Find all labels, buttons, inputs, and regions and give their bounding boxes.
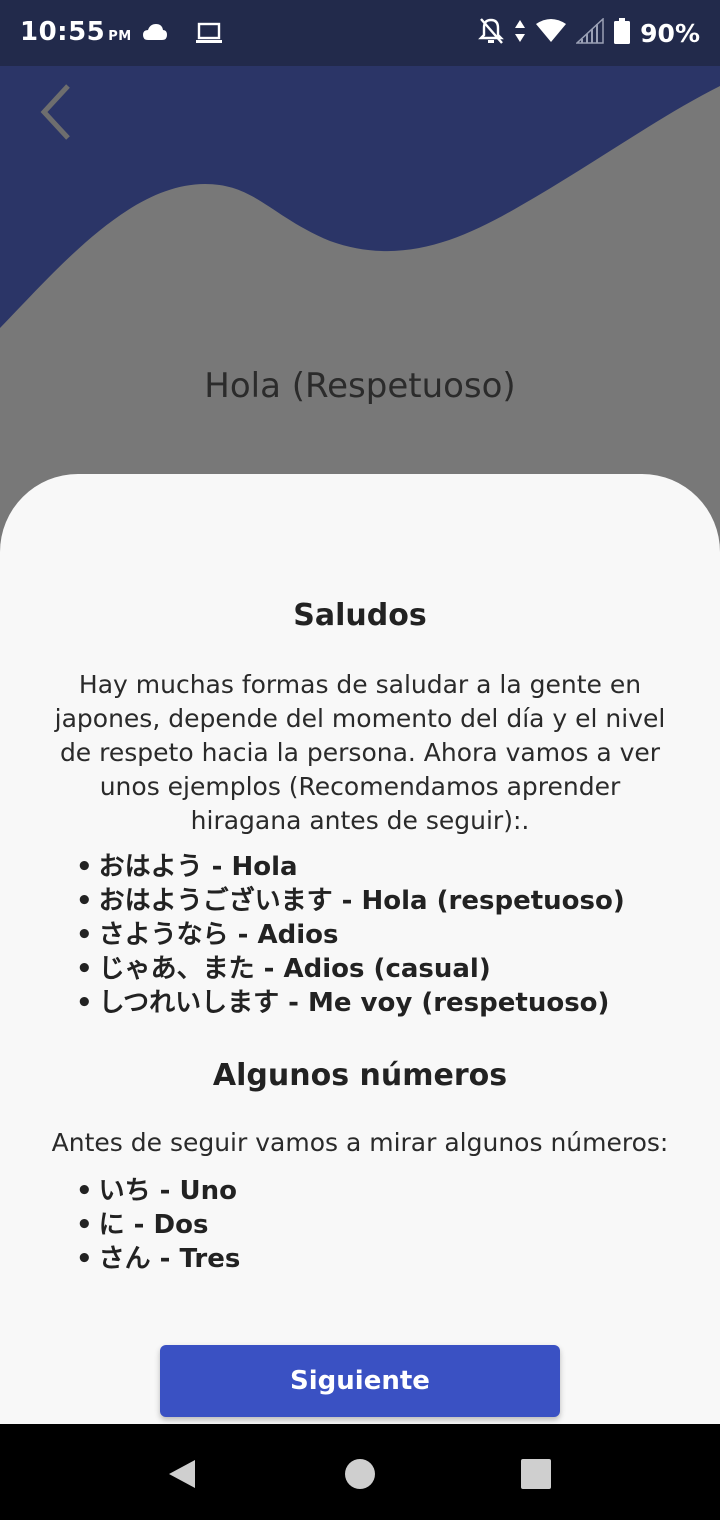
list-item: • おはよう - Hola xyxy=(76,852,298,882)
clock-time: 10:55 xyxy=(20,17,106,47)
clock-ampm: PM xyxy=(108,29,132,44)
list-item: • さようなら - Adios xyxy=(76,920,339,950)
nav-recents-button[interactable] xyxy=(516,1454,556,1494)
numbers-list: • いち - Uno • に - Dos • さん - Tres xyxy=(76,1174,240,1276)
battery-percent: 90% xyxy=(640,18,700,48)
greetings-heading: Saludos xyxy=(293,598,427,633)
triangle-back-icon xyxy=(169,1460,195,1488)
data-arrows-icon xyxy=(514,19,526,47)
list-item: • さん - Tres xyxy=(76,1244,241,1274)
signal-icon xyxy=(575,17,604,48)
list-item: • に - Dos xyxy=(76,1210,209,1240)
circle-home-icon xyxy=(345,1459,375,1489)
system-nav-bar xyxy=(0,1424,720,1520)
laptop-icon xyxy=(196,22,222,48)
clock: 10:55 PM xyxy=(20,17,132,47)
battery-icon xyxy=(614,18,631,48)
back-button[interactable] xyxy=(28,80,84,144)
notifications-off-icon xyxy=(478,17,505,49)
list-item: • しつれいします - Me voy (respetuoso) xyxy=(76,988,610,1018)
next-button[interactable]: Siguiente xyxy=(160,1345,560,1417)
square-recents-icon xyxy=(521,1459,551,1489)
list-item: • じゃあ、また - Adios (casual) xyxy=(76,954,491,984)
nav-home-button[interactable] xyxy=(340,1454,380,1494)
cloud-icon xyxy=(142,22,168,46)
content-card: Saludos Hay muchas formas de saludar a l… xyxy=(0,474,720,1424)
status-bar: 10:55 PM 90% xyxy=(0,0,720,66)
greetings-list: • おはよう - Hola • おはようございます - Hola (respetuo… xyxy=(76,850,625,1020)
list-item: • おはようございます - Hola (respetuoso) xyxy=(76,886,625,916)
numbers-intro: Antes de seguir vamos a mirar algunos nú… xyxy=(51,1128,669,1157)
numbers-heading: Algunos números xyxy=(212,1058,508,1093)
nav-back-button[interactable] xyxy=(162,1454,202,1494)
page-title: Hola (Respetuoso) xyxy=(204,366,516,406)
wifi-icon xyxy=(536,19,567,47)
chevron-left-icon xyxy=(40,84,70,140)
list-item: • いち - Uno xyxy=(76,1176,238,1206)
greetings-intro: Hay muchas formas de saludar a la gente … xyxy=(54,670,666,835)
